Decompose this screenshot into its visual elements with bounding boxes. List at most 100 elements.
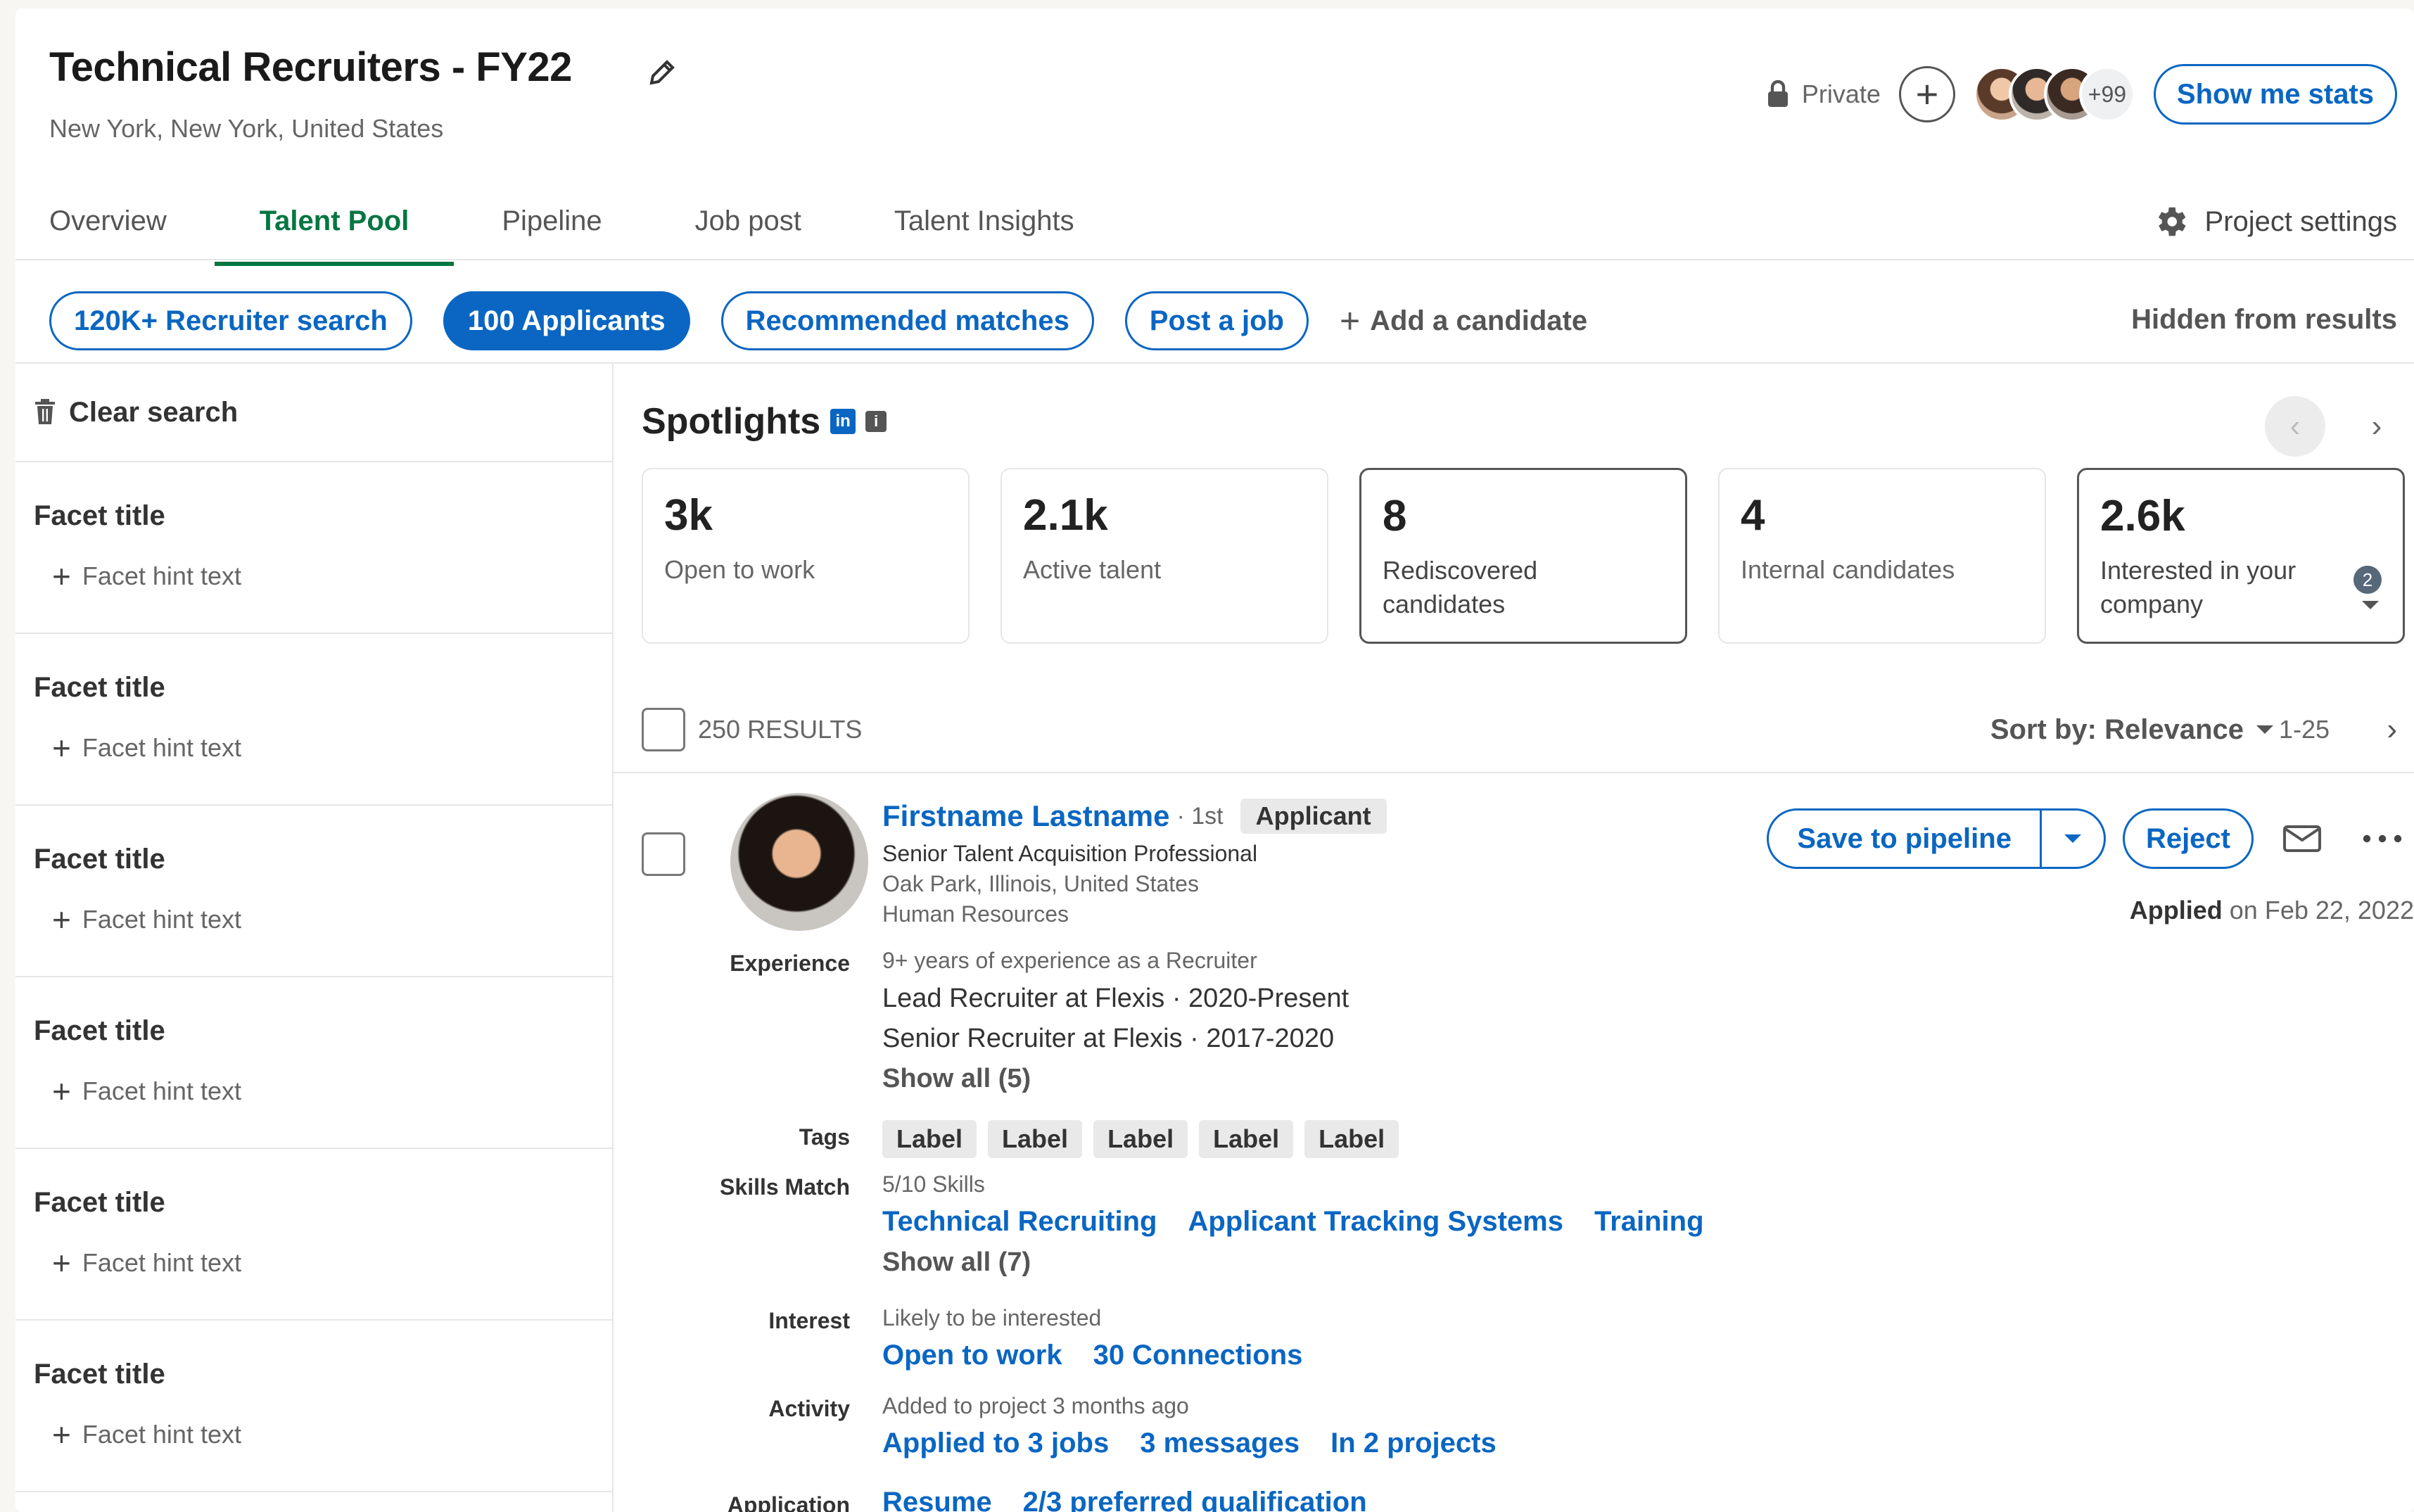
applied-label: Applied: [2129, 896, 2223, 925]
facet-section: Facet title + Facet hint text: [15, 806, 612, 977]
chevron-left-icon[interactable]: ‹: [2265, 396, 2325, 457]
select-all-checkbox[interactable]: [642, 708, 685, 751]
envelope-icon: [2283, 825, 2321, 852]
plus-icon: +: [1915, 72, 1939, 116]
facet-title: Facet title: [34, 1187, 165, 1218]
facet-add-button[interactable]: + Facet hint text: [52, 903, 612, 936]
spotlight-value: 2.1k: [1023, 491, 1108, 540]
facet-title: Facet title: [34, 500, 165, 531]
skill-link[interactable]: Training: [1594, 1206, 1704, 1238]
save-to-pipeline-group: Save to pipeline: [1767, 808, 2106, 869]
add-candidate-button[interactable]: + Add a candidate: [1340, 300, 1587, 341]
privacy-label: Private: [1801, 80, 1881, 108]
project-settings-button[interactable]: Project settings: [2152, 203, 2397, 241]
save-to-pipeline-button[interactable]: Save to pipeline: [1769, 811, 2042, 867]
chevron-right-icon[interactable]: ›: [2387, 712, 2397, 747]
recommended-matches-pill[interactable]: Recommended matches: [720, 291, 1094, 350]
tab-talent-pool[interactable]: Talent Pool: [214, 184, 454, 266]
candidate-card: Firstname Lastname · 1st Applicant Senio…: [614, 770, 2414, 1512]
add-collaborator-button[interactable]: +: [1898, 66, 1955, 122]
applicants-pill[interactable]: 100 Applicants: [443, 291, 690, 350]
activity-link[interactable]: In 2 projects: [1330, 1428, 1497, 1459]
more-options-button[interactable]: [2351, 808, 2414, 869]
chevron-down-icon[interactable]: [2362, 601, 2379, 609]
spotlight-count-badge: 2: [2353, 566, 2382, 594]
facet-add-button[interactable]: + Facet hint text: [52, 560, 612, 592]
tab-overview[interactable]: Overview: [49, 184, 167, 262]
linkedin-icon: in: [830, 409, 856, 434]
skill-link[interactable]: Technical Recruiting: [882, 1206, 1157, 1238]
message-button[interactable]: [2270, 808, 2334, 869]
spotlight-value: 3k: [664, 491, 713, 540]
facet-add-button[interactable]: + Facet hint text: [52, 1247, 612, 1279]
clear-search-button[interactable]: Clear search: [15, 364, 612, 462]
lock-icon: [1767, 80, 1788, 107]
sort-dropdown[interactable]: Sort by: Relevance: [1990, 714, 2273, 746]
interest-body: Likely to be interested Open to work 30 …: [882, 1305, 1302, 1371]
recruiter-search-pill[interactable]: 120K+ Recruiter search: [49, 291, 412, 350]
candidate-photo[interactable]: [730, 793, 868, 931]
spotlight-cards: 3k Open to work 2.1k Active talent 8 Red…: [642, 468, 2405, 644]
chevron-down-icon: [2064, 834, 2081, 843]
spotlights-title: Spotlights: [642, 401, 821, 442]
spotlight-card-interested[interactable]: 2.6k Interested in your company 2: [2077, 468, 2405, 644]
gear-icon: [2158, 207, 2186, 236]
clear-search-label: Clear search: [69, 396, 239, 428]
facet-sidebar: Clear search Facet title + Facet hint tex…: [15, 364, 614, 1512]
facet-hint: Facet hint text: [82, 1420, 241, 1449]
facet-add-button[interactable]: + Facet hint text: [52, 1418, 612, 1451]
tag-chip[interactable]: Label: [1304, 1120, 1399, 1158]
activity-link[interactable]: Applied to 3 jobs: [882, 1428, 1109, 1459]
edit-pencil-icon[interactable]: [646, 55, 680, 89]
spotlight-card-rediscovered[interactable]: 8 Rediscovered candidates: [1359, 468, 1687, 644]
show-stats-button[interactable]: Show me stats: [2153, 64, 2397, 125]
spotlight-value: 4: [1741, 491, 1765, 540]
post-job-pill[interactable]: Post a job: [1124, 291, 1309, 350]
candidate-name-line: Firstname Lastname · 1st Applicant: [882, 799, 1387, 834]
activity-link[interactable]: 3 messages: [1140, 1428, 1300, 1459]
activity-list: Applied to 3 jobs 3 messages In 2 projec…: [882, 1428, 1497, 1459]
spotlight-card-internal[interactable]: 4 Internal candidates: [1718, 468, 2046, 644]
spotlight-card-active-talent[interactable]: 2.1k Active talent: [1000, 468, 1328, 644]
tag-chip[interactable]: Label: [1093, 1120, 1188, 1158]
skills-show-all[interactable]: Show all (7): [882, 1247, 1704, 1278]
spotlight-card-open-to-work[interactable]: 3k Open to work: [642, 468, 970, 644]
tab-pipeline[interactable]: Pipeline: [502, 184, 602, 262]
experience-body: 9+ years of experience as a Recruiter Le…: [882, 948, 1349, 1094]
spotlight-label: Interested in your company: [2100, 556, 2297, 618]
candidate-name[interactable]: Firstname Lastname: [882, 799, 1169, 833]
facet-add-button[interactable]: + Facet hint text: [52, 1075, 612, 1107]
project-settings-label: Project settings: [2204, 205, 2397, 237]
tags-list: Label Label Label Label Label: [882, 1120, 1399, 1158]
chevron-down-icon: [2256, 725, 2273, 734]
facet-add-button[interactable]: + Facet hint text: [52, 732, 612, 764]
info-icon[interactable]: i: [865, 411, 887, 432]
collaborator-avatars[interactable]: +99: [1973, 66, 2135, 122]
skills-body: 5/10 Skills Technical Recruiting Applica…: [882, 1171, 1704, 1278]
tag-chip[interactable]: Label: [988, 1120, 1083, 1158]
candidate-industry: Human Resources: [882, 901, 1069, 927]
experience-show-all[interactable]: Show all (5): [882, 1064, 1349, 1094]
tag-chip[interactable]: Label: [1199, 1120, 1294, 1158]
tabs-divider: [15, 259, 2414, 260]
candidate-location: Oak Park, Illinois, United States: [882, 871, 1199, 896]
hidden-from-results-link[interactable]: Hidden from results: [2131, 304, 2397, 336]
qualification-link[interactable]: 2/3 preferred qualification: [1023, 1487, 1367, 1512]
chevron-right-icon[interactable]: ›: [2346, 396, 2407, 457]
tab-talent-insights[interactable]: Talent Insights: [894, 184, 1074, 262]
plus-icon: +: [52, 1073, 71, 1110]
interest-link[interactable]: Open to work: [882, 1340, 1062, 1371]
interest-summary: Likely to be interested: [882, 1305, 1102, 1330]
tag-chip[interactable]: Label: [882, 1120, 977, 1158]
skills-label: Skills Match: [720, 1174, 850, 1200]
candidate-checkbox[interactable]: [642, 832, 685, 876]
resume-link[interactable]: Resume: [882, 1487, 992, 1512]
trash-icon: [35, 399, 55, 424]
reject-button[interactable]: Reject: [2122, 808, 2254, 869]
interest-list: Open to work 30 Connections: [882, 1340, 1302, 1371]
skill-link[interactable]: Applicant Tracking Systems: [1188, 1206, 1563, 1238]
save-options-dropdown[interactable]: [2042, 811, 2104, 867]
interest-link[interactable]: 30 Connections: [1093, 1340, 1303, 1371]
tab-job-post[interactable]: Job post: [695, 184, 801, 262]
skills-summary: 5/10 Skills: [882, 1171, 985, 1197]
